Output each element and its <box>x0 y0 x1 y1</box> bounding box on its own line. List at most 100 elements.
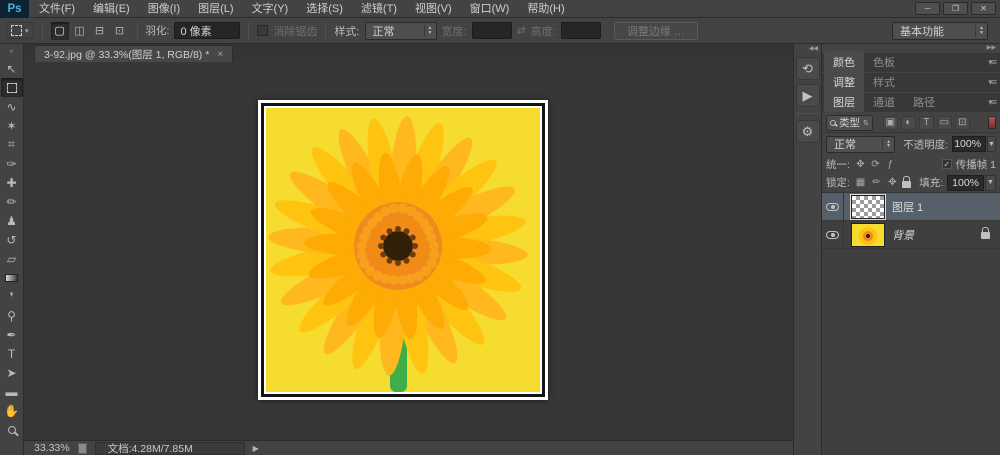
filter-adjustment-layers-icon[interactable]: ◐ <box>900 115 916 130</box>
new-selection-icon[interactable]: ▢ <box>50 21 69 40</box>
background-thumbnail[interactable] <box>851 222 885 247</box>
brush-tool[interactable]: ✏ <box>1 192 23 211</box>
lock-position-icon[interactable]: ✥ <box>886 177 899 188</box>
opacity-dropdown-icon[interactable]: ▼ <box>987 136 996 152</box>
filter-shape-layers-icon[interactable]: ▭ <box>936 115 952 130</box>
eyedropper-tool[interactable]: ✑ <box>1 154 23 173</box>
eye-icon[interactable] <box>826 202 839 211</box>
refine-edge-button[interactable]: 调整边缘 … <box>613 21 698 40</box>
panel-menu-icon[interactable]: ▾≡ <box>988 77 997 88</box>
propagate-frame-checkbox[interactable]: ✓ <box>941 159 952 169</box>
zoom-level[interactable]: 33.33% <box>34 442 70 454</box>
subtract-from-selection-icon[interactable]: ⊟ <box>91 22 109 40</box>
dodge-tool[interactable]: ⚲ <box>1 306 23 325</box>
lock-transparent-pixels-icon[interactable]: ▦ <box>854 177 867 188</box>
properties-panel-icon[interactable]: ⚙ <box>795 120 820 143</box>
clone-stamp-tool[interactable]: ♟ <box>1 211 23 230</box>
layer1-thumbnail[interactable] <box>850 193 886 220</box>
layer-row-layer1[interactable]: 图层 1 <box>822 193 1000 221</box>
eraser-tool[interactable]: ▱ <box>1 249 23 268</box>
path-selection-tool[interactable]: ➤ <box>1 363 23 382</box>
lock-image-pixels-icon[interactable]: ✏ <box>870 177 883 188</box>
menu-item-3[interactable]: 图层(L) <box>189 0 242 18</box>
dock-expand-icon[interactable]: ◀◀ <box>809 45 821 55</box>
hand-tool[interactable]: ✋ <box>1 401 23 420</box>
eye-icon[interactable] <box>826 230 839 239</box>
panel-tab-路径[interactable]: 路径 <box>904 91 944 112</box>
history-panel-icon[interactable]: ⟲ <box>795 57 820 80</box>
blend-mode-value: 正常 <box>834 139 856 151</box>
minimize-button[interactable]: ─ <box>915 2 940 15</box>
panel-menu-icon[interactable]: ▾≡ <box>988 97 997 108</box>
close-button[interactable]: ✕ <box>971 2 996 15</box>
fill-value[interactable]: 100% <box>947 174 984 191</box>
panel-tab-通道[interactable]: 通道 <box>864 91 904 112</box>
add-to-selection-icon[interactable]: ◫ <box>71 22 89 40</box>
filter-type-layers-icon[interactable]: T <box>918 115 934 130</box>
tab-close-icon[interactable]: × <box>217 49 223 60</box>
shape-tool[interactable]: ▬ <box>1 382 23 401</box>
feather-input[interactable]: 0 像素 <box>174 22 241 39</box>
panel-tab-样式[interactable]: 样式 <box>864 71 904 92</box>
menu-item-4[interactable]: 文字(Y) <box>243 0 298 18</box>
width-input[interactable] <box>471 22 512 39</box>
panel-tab-色板[interactable]: 色板 <box>864 51 904 72</box>
style-select[interactable]: 正常 ▲ ▼ <box>364 21 437 40</box>
document-canvas-flower-image[interactable] <box>258 100 548 400</box>
menu-item-0[interactable]: 文件(F) <box>30 0 84 18</box>
unify-style-icon[interactable]: ƒ <box>884 159 897 170</box>
layer-row-background[interactable]: 背景 <box>822 221 1000 249</box>
opacity-value[interactable]: 100% <box>952 136 987 152</box>
menu-item-6[interactable]: 滤镜(T) <box>352 0 406 18</box>
eyedropper-icon: ✑ <box>6 156 17 171</box>
document-tab[interactable]: 3-92.jpg @ 33.3%(图层 1, RGB/8) * × <box>34 45 234 62</box>
visibility-cell[interactable] <box>822 221 844 248</box>
height-input[interactable] <box>560 22 601 39</box>
layer-filter-select[interactable]: 类型 ⇅ <box>826 114 873 131</box>
unify-position-icon[interactable]: ✥ <box>854 159 867 170</box>
anti-alias-checkbox[interactable] <box>257 25 269 36</box>
type-tool[interactable]: T <box>1 344 23 363</box>
panel-tab-颜色[interactable]: 颜色 <box>824 51 864 72</box>
layer-filter-toggle[interactable] <box>988 116 996 129</box>
lasso-tool[interactable]: ∿ <box>1 97 23 116</box>
pen-tool[interactable]: ✒ <box>1 325 23 344</box>
canvas-area[interactable] <box>24 62 793 440</box>
search-icon <box>830 119 836 126</box>
layer-name[interactable]: 图层 1 <box>892 199 923 215</box>
status-menu-arrow-icon[interactable]: ▶ <box>253 444 259 453</box>
menu-item-8[interactable]: 窗口(W) <box>461 0 519 18</box>
move-tool[interactable]: ↖ <box>1 59 23 78</box>
quick-selection-tool[interactable]: ✶ <box>1 116 23 135</box>
filter-smart-objects-icon[interactable]: ⊡ <box>954 115 970 130</box>
menu-item-1[interactable]: 编辑(E) <box>84 0 139 18</box>
intersect-selection-icon[interactable]: ⊡ <box>111 22 129 40</box>
unify-visibility-icon[interactable]: ⟳ <box>869 159 882 170</box>
restore-button[interactable]: ❐ <box>943 2 968 15</box>
menu-item-2[interactable]: 图像(I) <box>139 0 189 18</box>
blend-mode-select[interactable]: 正常 ▲ ▼ <box>826 135 896 153</box>
lock-all-icon[interactable] <box>901 176 911 188</box>
toolbar-collapse-icon[interactable]: « <box>10 44 14 59</box>
actions-panel-icon[interactable]: ▶ <box>795 84 820 107</box>
layer-name[interactable]: 背景 <box>892 227 914 243</box>
spot-healing-brush-tool[interactable]: ✚ <box>1 173 23 192</box>
visibility-cell[interactable] <box>822 193 844 220</box>
gradient-tool[interactable] <box>1 268 23 287</box>
zoom-tool[interactable] <box>1 420 23 439</box>
menu-item-7[interactable]: 视图(V) <box>406 0 461 18</box>
blur-tool[interactable]: ❜ <box>1 287 23 306</box>
fill-dropdown-icon[interactable]: ▼ <box>985 174 996 191</box>
current-tool-preset[interactable]: ▾ <box>6 22 34 39</box>
history-brush-tool[interactable]: ↺ <box>1 230 23 249</box>
panel-tab-图层[interactable]: 图层 <box>824 91 864 112</box>
workspace-select[interactable]: 基本功能 ▲ ▼ <box>892 21 988 40</box>
rectangular-marquee-tool[interactable] <box>0 78 23 97</box>
crop-tool[interactable]: ⌗ <box>1 135 23 154</box>
swap-dimensions-icon[interactable]: ⇄ <box>517 24 526 37</box>
menu-item-5[interactable]: 选择(S) <box>297 0 352 18</box>
filter-pixel-layers-icon[interactable]: ▣ <box>882 115 898 130</box>
menu-item-9[interactable]: 帮助(H) <box>518 0 573 18</box>
panel-menu-icon[interactable]: ▾≡ <box>988 57 997 68</box>
panel-tab-调整[interactable]: 调整 <box>824 71 864 92</box>
